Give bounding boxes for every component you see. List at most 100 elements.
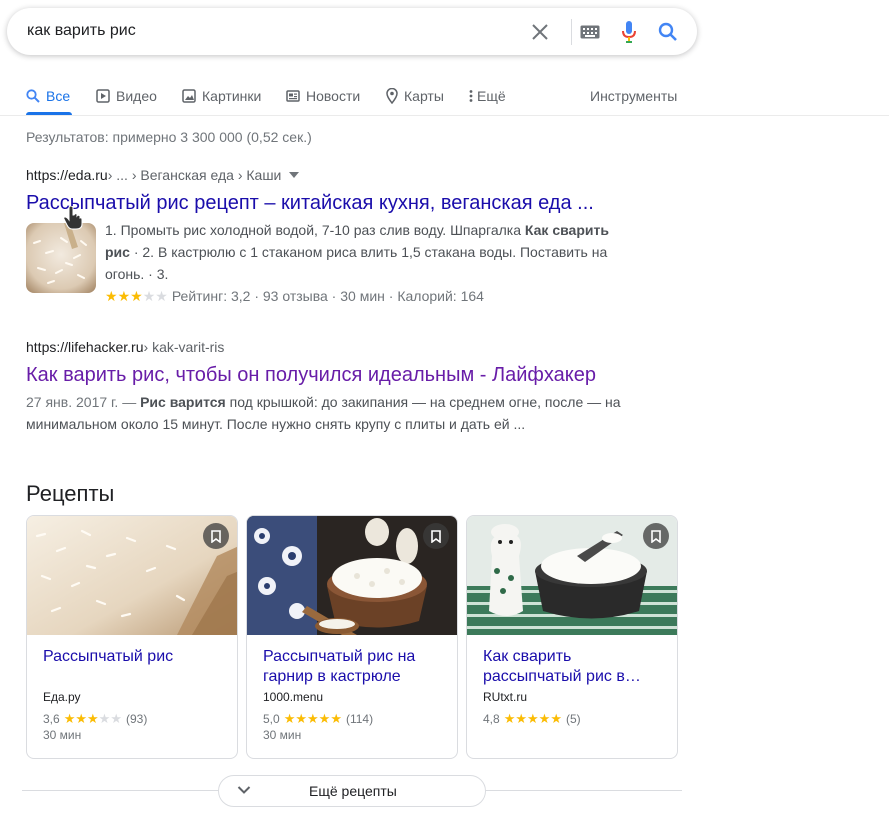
star-icon: ★ bbox=[330, 711, 342, 726]
tab-label: Все bbox=[46, 88, 71, 104]
tab-label: Ещё bbox=[477, 88, 506, 104]
recipe-source: RUtxt.ru bbox=[483, 690, 528, 704]
result-breadcrumb: › ... › Веганская еда › Каши bbox=[107, 167, 282, 183]
result-thumbnail[interactable] bbox=[26, 223, 96, 293]
tab-all[interactable]: Все bbox=[26, 84, 70, 108]
star-icon: ★ bbox=[105, 288, 118, 304]
result-url[interactable]: https://eda.ru › ... › Веганская еда › К… bbox=[26, 167, 300, 183]
rating-text: Рейтинг: 3,2 · 93 отзыва · 30 мин · Кало… bbox=[171, 288, 484, 304]
bookmark-button[interactable] bbox=[643, 523, 669, 549]
star-icon: ★ bbox=[155, 288, 168, 304]
search-icon[interactable] bbox=[656, 20, 680, 44]
search-input[interactable]: как варить рис bbox=[27, 22, 136, 40]
recipe-card[interactable]: Рассыпчатый рис Еда.ру 3,6 ★ ★ ★ ★ ★ (93) 30… bbox=[26, 515, 238, 759]
star-icon: ★ bbox=[515, 711, 527, 726]
result-stats: Результатов: примерно 3 300 000 (0,52 се… bbox=[26, 129, 312, 145]
star-icon: ★ bbox=[117, 288, 131, 304]
bookmark-icon bbox=[431, 529, 441, 543]
star-icon: ★ bbox=[75, 711, 87, 726]
news-icon bbox=[286, 90, 300, 102]
active-tab-indicator bbox=[26, 112, 72, 115]
tab-more[interactable]: Ещё bbox=[469, 84, 506, 108]
search-divider bbox=[571, 19, 572, 45]
snippet-highlight: Рис варится bbox=[140, 394, 226, 410]
bookmark-icon bbox=[651, 529, 661, 543]
star-icon: ★ bbox=[130, 288, 143, 304]
star-icon: ★ bbox=[142, 288, 156, 304]
tools-button[interactable]: Инструменты bbox=[590, 84, 677, 108]
result-title-link[interactable]: Как варить рис, чтобы он получился идеал… bbox=[26, 364, 596, 387]
star-rating: ★ ★ ★ ★ ★ bbox=[504, 712, 562, 726]
star-icon: ★ bbox=[318, 711, 331, 726]
result-title-link[interactable]: Рассыпчатый рис рецепт – китайская кухня… bbox=[26, 192, 594, 215]
more-recipes-button[interactable]: Ещё рецепты bbox=[218, 775, 486, 807]
review-count: (5) bbox=[565, 712, 581, 726]
caret-down-icon[interactable] bbox=[289, 172, 300, 178]
result-date: 27 янв. 2017 г. — bbox=[26, 394, 141, 410]
star-rating: ★ ★ ★ ★ ★ bbox=[64, 712, 122, 726]
result-domain: https://lifehacker.ru bbox=[26, 339, 144, 355]
image-icon bbox=[182, 89, 196, 103]
star-rating: ★ ★ ★ ★ ★ bbox=[105, 289, 168, 303]
microphone-icon[interactable] bbox=[617, 20, 641, 44]
star-icon: ★ bbox=[550, 711, 562, 726]
bookmark-button[interactable] bbox=[423, 523, 449, 549]
result-domain: https://eda.ru bbox=[26, 167, 108, 183]
tab-news[interactable]: Новости bbox=[286, 84, 360, 108]
search-icon bbox=[26, 89, 40, 103]
recipe-rating: 4,8 ★ ★ ★ ★ ★ (5) bbox=[483, 712, 581, 727]
tab-label: Новости bbox=[306, 88, 361, 104]
rating-value: 5,0 bbox=[263, 712, 280, 726]
recipe-title[interactable]: Как сварить рассыпчатый рис в… bbox=[483, 647, 665, 687]
result-snippet: 1. Промыть рис холодной водой, 7-10 раз … bbox=[105, 219, 625, 285]
result-rating: ★ ★ ★ ★ ★ Рейтинг: 3,2 · 93 отзыва · 30 мин … bbox=[105, 288, 484, 304]
recipe-title[interactable]: Рассыпчатый рис на гарнир в кастрюле bbox=[263, 647, 445, 687]
chevron-down-icon bbox=[237, 786, 251, 794]
tab-video[interactable]: Видео bbox=[96, 84, 157, 108]
recipe-source: Еда.ру bbox=[43, 690, 81, 704]
tab-label: Видео bbox=[116, 88, 157, 104]
star-icon: ★ bbox=[87, 711, 99, 726]
search-tabs: Все Видео Картинки Новости Карты Ещё Инс… bbox=[0, 80, 889, 116]
star-icon: ★ bbox=[538, 711, 551, 726]
star-icon: ★ bbox=[283, 711, 296, 726]
recipe-source: 1000.menu bbox=[263, 690, 324, 704]
tab-label: Карты bbox=[404, 88, 444, 104]
video-icon bbox=[96, 89, 110, 103]
recipe-rating: 3,6 ★ ★ ★ ★ ★ (93) bbox=[43, 712, 148, 727]
star-icon: ★ bbox=[110, 711, 122, 726]
tab-label: Картинки bbox=[202, 88, 262, 104]
tab-images[interactable]: Картинки bbox=[182, 84, 261, 108]
star-rating: ★ ★ ★ ★ ★ bbox=[284, 712, 342, 726]
search-box[interactable]: как варить рис bbox=[7, 8, 697, 55]
rating-value: 3,6 bbox=[43, 712, 60, 726]
tab-maps[interactable]: Карты bbox=[386, 84, 444, 108]
star-icon: ★ bbox=[503, 711, 516, 726]
star-icon: ★ bbox=[527, 711, 539, 726]
recipes-heading: Рецепты bbox=[26, 481, 115, 506]
review-count: (114) bbox=[345, 712, 374, 726]
review-count: (93) bbox=[125, 712, 148, 726]
bookmark-button[interactable] bbox=[203, 523, 229, 549]
star-icon: ★ bbox=[295, 711, 307, 726]
recipe-title[interactable]: Рассыпчатый рис bbox=[43, 647, 225, 667]
result-snippet: 27 янв. 2017 г. — Рис варится под крышко… bbox=[26, 391, 636, 435]
hand-cursor-icon bbox=[63, 206, 83, 230]
recipe-rating: 5,0 ★ ★ ★ ★ ★ (114) bbox=[263, 712, 374, 727]
rating-value: 4,8 bbox=[483, 712, 500, 726]
star-icon: ★ bbox=[63, 711, 76, 726]
result-breadcrumb: › kak-varit-ris bbox=[143, 339, 225, 355]
snippet-text: · 2. В кастрюлю с 1 стаканом риса влить … bbox=[105, 244, 608, 282]
recipe-card[interactable]: Рассыпчатый рис на гарнир в кастрюле 100… bbox=[246, 515, 458, 759]
keyboard-icon[interactable] bbox=[578, 20, 602, 44]
result-url[interactable]: https://lifehacker.ru › kak-varit-ris bbox=[26, 339, 224, 355]
recipe-time: 30 мин bbox=[43, 728, 82, 742]
recipe-card[interactable]: Как сварить рассыпчатый рис в… RUtxt.ru … bbox=[466, 515, 678, 759]
map-pin-icon bbox=[386, 88, 398, 104]
snippet-text: 1. Промыть рис холодной водой, 7-10 раз … bbox=[105, 222, 525, 238]
clear-icon[interactable] bbox=[528, 20, 552, 44]
more-recipes-label: Ещё рецепты bbox=[309, 783, 397, 799]
bookmark-icon bbox=[211, 529, 221, 543]
recipe-time: 30 мин bbox=[263, 728, 302, 742]
star-icon: ★ bbox=[307, 711, 319, 726]
